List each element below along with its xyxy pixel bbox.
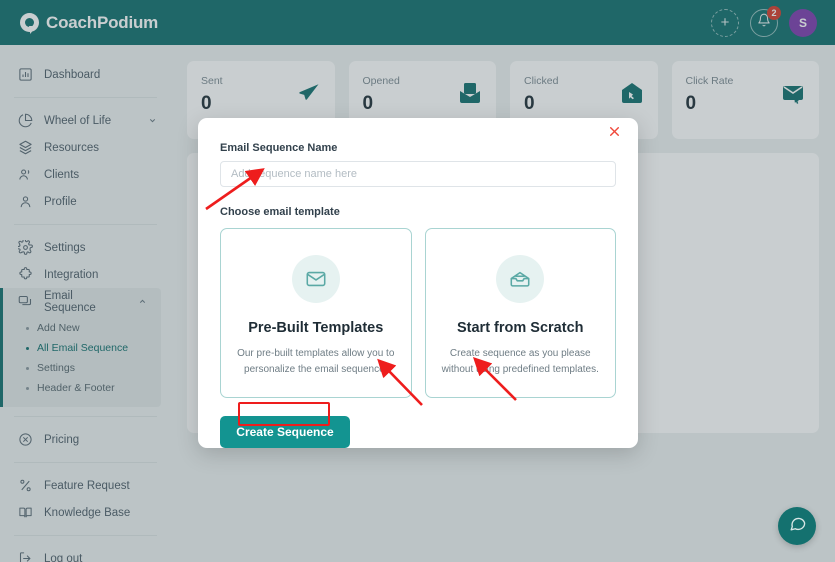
template-title: Start from Scratch: [456, 320, 584, 336]
template-card-from-scratch[interactable]: Start from Scratch Create sequence as yo…: [424, 228, 616, 398]
app-root: CoachPodium + 2 S Dashboard Wheel of Lif…: [0, 0, 835, 562]
chat-help-icon: [788, 514, 807, 538]
chat-help-button[interactable]: [778, 507, 816, 545]
template-options: Pre-Built Templates Our pre-built templa…: [220, 228, 616, 398]
template-description: Our pre-built templates allow you to per…: [237, 348, 395, 375]
email-sequence-name-input[interactable]: [220, 161, 616, 187]
template-card-pre-built[interactable]: Pre-Built Templates Our pre-built templa…: [220, 228, 412, 398]
close-icon[interactable]: [604, 124, 624, 144]
envelope-icon: [291, 255, 340, 303]
template-title: Pre-Built Templates: [248, 320, 384, 336]
template-description: Create sequence as you please without us…: [441, 348, 599, 375]
choose-email-template-label: Choose email template: [220, 206, 340, 218]
create-sequence-modal: Email Sequence Name Choose email templat…: [198, 118, 638, 448]
inbox-envelope-icon: [496, 255, 545, 303]
annotation-highlight-create-sequence: [238, 402, 330, 426]
email-sequence-name-label: Email Sequence Name: [220, 142, 338, 154]
